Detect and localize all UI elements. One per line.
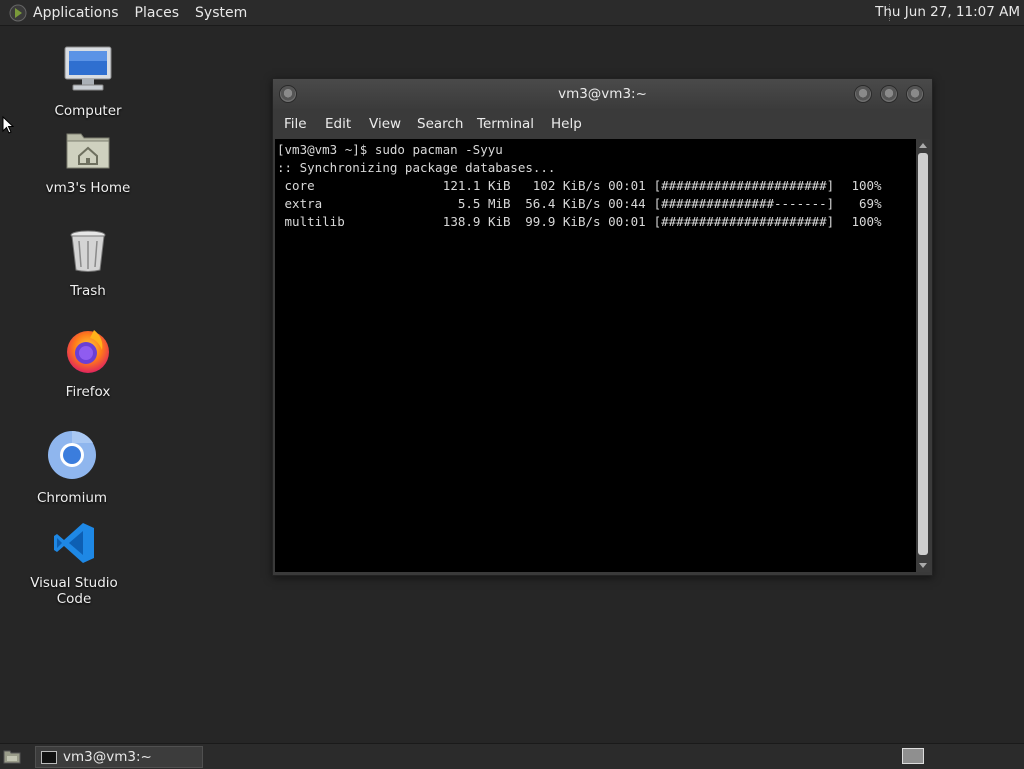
db-time: 00:01 [608, 178, 646, 193]
desktop-icon-label: Visual Studio Code [30, 575, 118, 607]
terminal-scrollbar[interactable] [916, 139, 930, 572]
download-row: multilib 138.9 KiB 99.9 KiB/s 00:01 [#####… [277, 213, 916, 231]
db-progress-bar: [######################] [653, 214, 835, 229]
top-panel: Applications Places System Thu Jun 27, 1… [0, 0, 1024, 26]
desktop-icon-vscode[interactable]: Visual Studio Code [19, 521, 129, 607]
close-button[interactable] [906, 85, 924, 103]
download-row: extra 5.5 MiB 56.4 KiB/s 00:44 [##########… [277, 195, 916, 213]
chromium-icon [17, 430, 127, 484]
desktop-icon-firefox[interactable]: Firefox [33, 326, 143, 400]
db-speed: 102 KiB/s [532, 178, 601, 193]
scroll-down-arrow-icon[interactable] [919, 563, 927, 568]
menu-edit[interactable]: Edit [325, 116, 351, 132]
trash-icon [33, 229, 143, 277]
db-time: 00:01 [608, 214, 646, 229]
terminal-output[interactable]: [vm3@vm3 ~]$ sudo pacman -Syyu:: Synchro… [275, 139, 916, 572]
workspace-switcher[interactable] [902, 748, 924, 764]
db-size: 121.1 KiB [442, 178, 511, 193]
desktop-icon-label: Firefox [65, 384, 111, 400]
db-percent: 100% [851, 214, 882, 229]
places-menu[interactable]: Places [135, 5, 180, 21]
taskbar-item-terminal[interactable]: vm3@vm3:~ [35, 746, 203, 768]
taskbar-item-label: vm3@vm3:~ [63, 749, 152, 765]
scrollbar-thumb[interactable] [918, 153, 928, 555]
clock[interactable]: Thu Jun 27, 11:07 AM [875, 4, 1020, 20]
system-menu[interactable]: System [195, 5, 247, 21]
desktop-icon-home[interactable]: vm3's Home [33, 128, 143, 196]
firefox-icon [33, 326, 143, 378]
window-menubar: File Edit View Search Terminal Help [273, 113, 932, 137]
desktop-icon-label: Trash [70, 283, 106, 299]
status-line: :: Synchronizing package databases... [277, 160, 556, 175]
menu-search[interactable]: Search [417, 116, 463, 132]
scroll-up-arrow-icon[interactable] [919, 143, 927, 148]
download-row: core 121.1 KiB 102 KiB/s 00:01 [##########… [277, 177, 916, 195]
db-speed: 56.4 KiB/s [525, 196, 601, 211]
window-title: vm3@vm3:~ [558, 86, 647, 102]
db-name: extra [284, 196, 323, 211]
db-time: 00:44 [608, 196, 646, 211]
menu-help[interactable]: Help [551, 116, 582, 132]
terminal-icon [41, 750, 57, 764]
applications-logo-icon[interactable] [7, 2, 29, 24]
db-speed: 99.9 KiB/s [525, 214, 601, 229]
minimize-button[interactable] [854, 85, 872, 103]
command-line: [vm3@vm3 ~]$ sudo pacman -Syyu [277, 142, 503, 157]
computer-icon [33, 45, 143, 97]
db-name: core [284, 178, 315, 193]
desktop-icon-trash[interactable]: Trash [33, 229, 143, 299]
vscode-icon [19, 521, 129, 569]
db-progress-bar: [###############-------] [653, 196, 835, 211]
mouse-pointer-icon [2, 115, 15, 138]
menu-file[interactable]: File [284, 116, 307, 132]
show-desktop-icon[interactable] [3, 748, 21, 764]
db-name: multilib [284, 214, 345, 229]
desktop-icon-label: Chromium [36, 490, 108, 506]
terminal-window[interactable]: vm3@vm3:~ File Edit View Search Terminal… [272, 78, 933, 576]
bottom-panel: vm3@vm3:~ [0, 743, 1024, 769]
desktop-icon-computer[interactable]: Computer [33, 45, 143, 119]
db-percent: 69% [859, 196, 882, 211]
home-folder-icon [33, 128, 143, 174]
applications-menu[interactable]: Applications [33, 5, 119, 21]
maximize-button[interactable] [880, 85, 898, 103]
menu-view[interactable]: View [369, 116, 401, 132]
db-progress-bar: [######################] [653, 178, 835, 193]
window-titlebar[interactable]: vm3@vm3:~ [273, 79, 932, 109]
desktop-icon-label: vm3's Home [45, 180, 131, 196]
db-size: 5.5 MiB [457, 196, 511, 211]
desktop-icon-chromium[interactable]: Chromium [17, 430, 127, 506]
desktop-icon-label: Computer [54, 103, 122, 119]
db-percent: 100% [851, 178, 882, 193]
menu-terminal[interactable]: Terminal [477, 116, 534, 132]
db-size: 138.9 KiB [442, 214, 511, 229]
